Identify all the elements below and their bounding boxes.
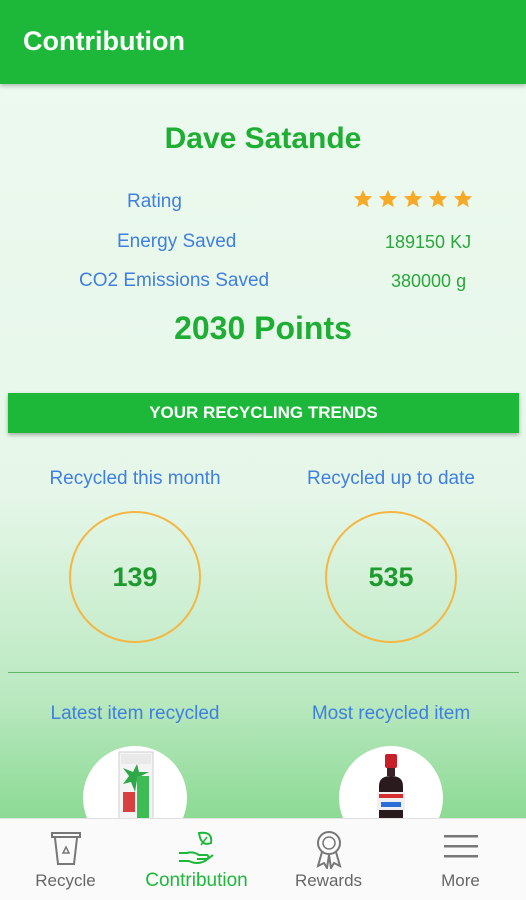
trends-banner: YOUR RECYCLING TRENDS [8, 393, 519, 433]
menu-icon [443, 835, 478, 858]
divider [8, 672, 519, 673]
rating-stars [352, 188, 474, 210]
nav-rewards-label: Rewards [294, 871, 363, 890]
energy-saved-value: 189150 KJ [385, 232, 472, 252]
star-icon [403, 189, 423, 208]
nav-more-label: More [441, 871, 480, 890]
month-count: 139 [112, 561, 158, 592]
total-count-circle: 535 [325, 511, 457, 643]
nav-rewards[interactable]: Rewards [263, 819, 394, 900]
total-label: Recycled up to date [307, 468, 475, 489]
energy-saved-label: Energy Saved [117, 231, 237, 252]
month-label: Recycled this month [49, 468, 221, 489]
nav-recycle[interactable]: Recycle [0, 819, 131, 900]
user-name: Dave Satande [164, 122, 362, 155]
rating-label: Rating [127, 191, 182, 212]
nav-contribution-label: Contribution [145, 870, 248, 891]
latest-item-label: Latest item recycled [50, 703, 220, 724]
star-icon [428, 189, 448, 208]
nav-contribution[interactable]: Contribution [131, 819, 262, 900]
award-ribbon-icon [315, 831, 342, 869]
page-title: Contribution [23, 26, 185, 56]
month-count-circle: 139 [69, 511, 201, 643]
most-item-label: Most recycled item [311, 703, 471, 724]
star-icon [353, 189, 373, 208]
co2-saved-value: 380000 g [391, 271, 467, 291]
recycle-bin-icon [50, 832, 81, 865]
points-total: 2030 Points [174, 310, 352, 346]
star-icon [378, 189, 398, 208]
hand-leaf-icon [178, 831, 214, 864]
nav-recycle-label: Recycle [35, 871, 96, 890]
nav-more[interactable]: More [395, 819, 526, 900]
total-count: 535 [368, 561, 414, 592]
co2-saved-label: CO2 Emissions Saved [79, 270, 270, 291]
star-icon [453, 189, 473, 208]
bottom-nav: Recycle Contribution Rewards More [0, 818, 526, 900]
app-bar: Contribution [0, 0, 526, 84]
app-screen: Contribution Dave Satande Rating Energy … [0, 0, 526, 900]
